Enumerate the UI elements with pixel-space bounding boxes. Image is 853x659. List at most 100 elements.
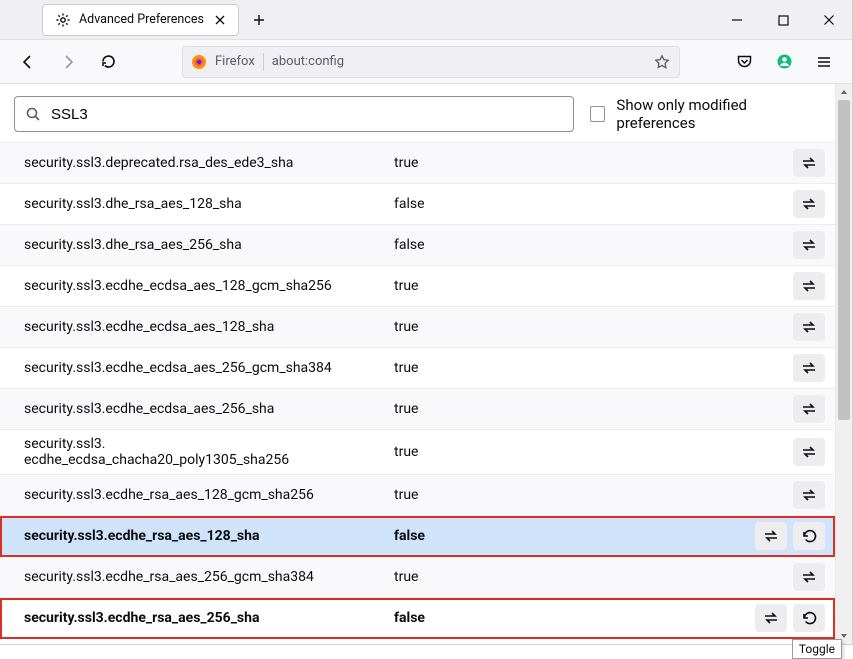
firefox-icon [191,54,207,70]
pref-actions [793,231,825,259]
pref-row[interactable]: security.ssl3.ecdhe_rsa_aes_128_gcm_sha2… [0,475,835,516]
content-pane: Show only modified preferences security.… [0,84,852,644]
browser-tab[interactable]: Advanced Preferences [42,4,239,36]
pref-actions [793,149,825,177]
search-row: Show only modified preferences [0,84,835,142]
pref-name: security.ssl3.ecdhe_ecdsa_aes_256_gcm_sh… [24,360,394,376]
pref-row[interactable]: security.ssl3.ecdhe_ecdsa_aes_128_gcm_sh… [0,266,835,307]
pref-actions [793,481,825,509]
pref-name: security.ssl3.ecdhe_ecdsa_aes_128_gcm_sh… [24,278,394,294]
window-controls [714,0,852,40]
toggle-icon [800,156,818,170]
toggle-icon [762,611,780,625]
pref-value: false [394,196,793,212]
reset-button[interactable] [793,522,825,550]
pref-actions [793,190,825,218]
forward-button[interactable] [52,46,84,78]
pref-actions [793,354,825,382]
minimize-button[interactable] [714,0,760,40]
toggle-button[interactable] [755,604,787,632]
pref-value: true [394,319,793,335]
pref-actions [793,272,825,300]
toggle-button[interactable] [793,313,825,341]
urlbar-url: about:config [272,54,645,69]
pref-name: security.ssl3.ecdhe_ecdsa_aes_128_sha [24,319,394,335]
pref-name: security.ssl3.ecdhe_rsa_aes_128_gcm_sha2… [24,487,394,503]
urlbar[interactable]: Firefox about:config [182,46,680,78]
show-only-modified-checkbox[interactable] [590,106,605,122]
toggle-icon [800,445,818,459]
save-to-pocket-button[interactable] [728,46,760,78]
tab-title: Advanced Preferences [79,12,204,27]
toggle-icon [800,320,818,334]
pref-row[interactable]: security.ssl3.ecdhe_ecdsa_aes_128_shatru… [0,307,835,348]
pref-row[interactable]: security.ssl3.ecdhe_rsa_aes_128_shafalse [0,516,835,557]
toggle-button[interactable] [793,481,825,509]
close-tab-button[interactable] [212,12,228,28]
pref-row[interactable]: security.ssl3.ecdhe_rsa_aes_256_gcm_sha3… [0,557,835,598]
close-window-button[interactable] [806,0,852,40]
reset-icon [800,529,818,543]
pref-value: false [394,528,755,544]
pref-name: security.ssl3.ecdhe_rsa_aes_256_gcm_sha3… [24,569,394,585]
pref-row[interactable]: security.ssl3.dhe_rsa_aes_128_shafalse [0,184,835,225]
toggle-icon [800,488,818,502]
pref-value: false [394,610,755,626]
maximize-button[interactable] [760,0,806,40]
pref-actions [755,522,825,550]
pref-row[interactable]: security.ssl3.ecdhe_ecdsa_aes_256_shatru… [0,389,835,430]
toggle-button[interactable] [793,149,825,177]
vertical-scrollbar[interactable] [835,84,852,644]
bookmark-star-button[interactable] [653,53,671,71]
pref-value: true [394,569,793,585]
urlbar-container: Firefox about:config [132,46,720,78]
scroll-up-arrow[interactable] [836,84,852,100]
scrollbar-thumb[interactable] [838,100,850,420]
search-icon [25,106,41,122]
pref-name: security.ssl3.ecdhe_rsa_aes_256_sha [24,610,394,626]
pref-row[interactable]: security.ssl3.ecdhe_ecdsa_aes_256_gcm_sh… [0,348,835,389]
account-button[interactable] [768,46,800,78]
pref-value: true [394,401,793,417]
urlbar-identity: Firefox [215,54,255,69]
pref-value: true [394,487,793,503]
pref-value: true [394,278,793,294]
pref-name: security.ssl3.dhe_rsa_aes_256_sha [24,237,394,253]
toggle-button[interactable] [793,438,825,466]
pref-row[interactable]: security.ssl3.deprecated.rsa_des_ede3_sh… [0,143,835,184]
new-tab-button[interactable] [245,6,273,34]
pref-row[interactable]: security.ssl3.dhe_rsa_aes_256_shafalse [0,225,835,266]
toggle-button[interactable] [793,231,825,259]
pref-search-field[interactable] [14,96,574,132]
reset-icon [800,611,818,625]
toggle-button[interactable] [793,272,825,300]
toggle-icon [800,279,818,293]
pref-actions [755,604,825,632]
toggle-icon [800,361,818,375]
reload-button[interactable] [92,46,124,78]
pref-row[interactable]: security.ssl3. ecdhe_ecdsa_chacha20_poly… [0,430,835,475]
toggle-button[interactable] [755,522,787,550]
urlbar-separator [263,53,264,71]
pref-value: true [394,360,793,376]
reset-button[interactable] [793,604,825,632]
back-button[interactable] [12,46,44,78]
toggle-button[interactable] [793,395,825,423]
toggle-button[interactable] [793,354,825,382]
toggle-icon [800,402,818,416]
pref-search-input[interactable] [49,105,563,124]
gear-icon [55,12,71,28]
pref-name: security.ssl3.deprecated.rsa_des_ede3_sh… [24,155,394,171]
pref-row[interactable]: security.ssl3.ecdhe_rsa_aes_256_shafalse [0,598,835,639]
pref-actions [793,563,825,591]
app-menu-button[interactable] [808,46,840,78]
toggle-button[interactable] [793,563,825,591]
prefs-table: security.ssl3.deprecated.rsa_des_ede3_sh… [0,142,835,639]
pref-name: security.ssl3.ecdhe_ecdsa_aes_256_sha [24,401,394,417]
toggle-icon [800,570,818,584]
show-only-modified-wrap[interactable]: Show only modified preferences [586,96,821,132]
toggle-button[interactable] [793,190,825,218]
pref-value: false [394,237,793,253]
pref-value: true [394,155,793,171]
pref-name: security.ssl3. ecdhe_ecdsa_chacha20_poly… [24,436,394,468]
